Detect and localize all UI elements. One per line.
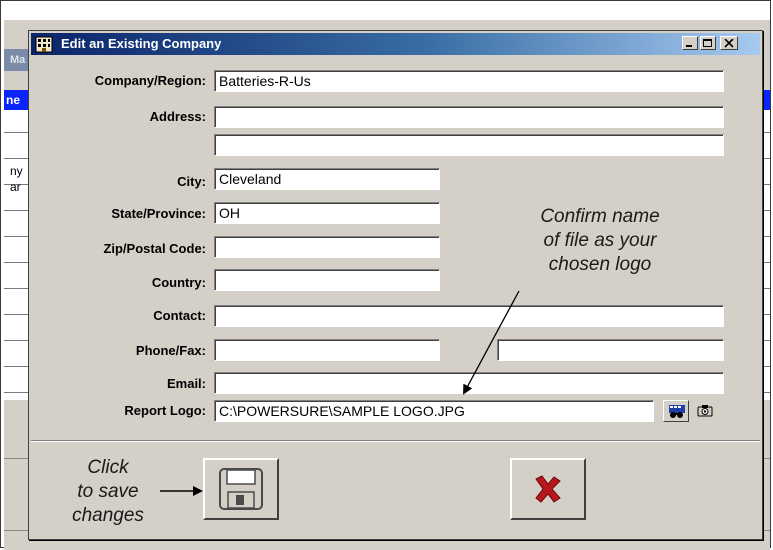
save-annotation: Click to save changes: [60, 456, 156, 528]
country-label: Country:: [151, 275, 206, 290]
annotation-line: Click: [87, 457, 129, 478]
report-logo-label: Report Logo:: [124, 403, 206, 418]
binoculars-icon: [669, 405, 685, 418]
floppy-disk-icon: [219, 468, 263, 510]
dialog-separator: [31, 440, 760, 442]
phone-input[interactable]: [214, 339, 440, 361]
close-icon: [724, 39, 734, 48]
red-x-icon: [535, 475, 561, 503]
save-button[interactable]: [203, 458, 279, 520]
contact-label: Contact:: [153, 308, 206, 323]
country-input[interactable]: [214, 269, 440, 291]
annotation-line: to save: [77, 481, 139, 502]
cancel-button[interactable]: [510, 458, 586, 520]
annotation-line: of file as your: [543, 230, 657, 251]
background-row-text: ar: [10, 180, 21, 194]
company-region-input[interactable]: Batteries-R-Us: [214, 70, 724, 92]
zip-postal-label: Zip/Postal Code:: [103, 241, 206, 256]
zip-postal-input[interactable]: [214, 236, 440, 258]
address-line1-input[interactable]: [214, 106, 724, 128]
city-input[interactable]: Cleveland: [214, 168, 440, 190]
camera-icon: [697, 405, 713, 417]
close-button[interactable]: [720, 36, 738, 50]
confirm-annotation: Confirm name of file as your chosen logo: [515, 205, 685, 277]
background-window-title: Ma: [4, 49, 28, 71]
state-province-input[interactable]: OH: [214, 202, 440, 224]
minimize-button[interactable]: [682, 36, 698, 50]
dialog-titlebar[interactable]: Edit an Existing Company: [31, 33, 760, 55]
minimize-icon: [686, 45, 692, 47]
maximize-icon: [703, 39, 712, 47]
city-label: City:: [177, 174, 206, 189]
building-icon: [35, 36, 53, 53]
maximize-button[interactable]: [700, 36, 716, 50]
background-row-text: ny: [10, 164, 23, 178]
dialog-title: Edit an Existing Company: [61, 36, 222, 51]
contact-input[interactable]: [214, 305, 724, 327]
company-region-label: Company/Region:: [94, 73, 206, 88]
fax-input[interactable]: [497, 339, 724, 361]
report-logo-input[interactable]: C:\POWERSURE\SAMPLE LOGO.JPG: [214, 400, 654, 422]
phone-fax-label: Phone/Fax:: [135, 343, 206, 358]
address-label: Address:: [149, 109, 206, 124]
camera-button[interactable]: [693, 400, 715, 422]
annotation-line: changes: [72, 505, 144, 526]
background-table-header: ne: [4, 90, 29, 110]
address-line2-input[interactable]: [214, 134, 724, 156]
annotation-line: chosen logo: [548, 254, 652, 275]
browse-logo-button[interactable]: [663, 400, 689, 422]
state-province-label: State/Province:: [111, 206, 206, 221]
email-input[interactable]: [214, 372, 724, 394]
email-label: Email:: [166, 376, 206, 391]
annotation-line: Confirm name: [540, 206, 660, 227]
